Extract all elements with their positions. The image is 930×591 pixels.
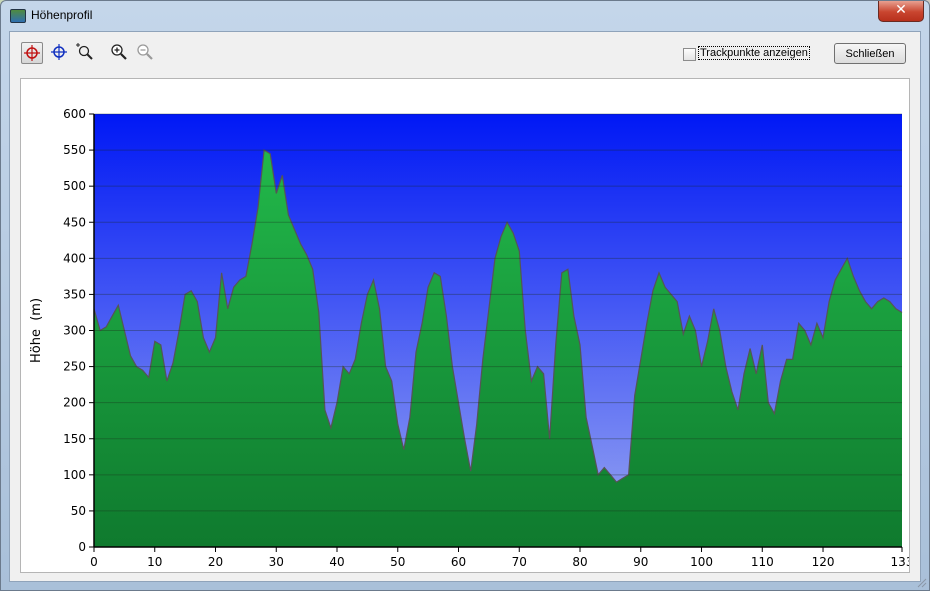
y-tick-label: 500 (63, 179, 86, 193)
zoom-out-button[interactable] (135, 42, 157, 64)
crosshair-tool-button[interactable] (49, 42, 71, 64)
toolbar: Trackpunkte anzeigen Schließen (10, 32, 920, 70)
show-trackpoints-checkbox[interactable] (683, 48, 696, 61)
x-tick-label: 20 (208, 555, 223, 569)
zoom-in-icon (111, 44, 127, 60)
x-tick-label: 0 (90, 555, 98, 569)
y-tick-label: 0 (78, 540, 86, 554)
select-tool-icon (24, 45, 40, 61)
zoom-rect-tool-button[interactable] (75, 42, 97, 64)
x-tick-label: 80 (572, 555, 587, 569)
zoom-rect-tool-icon (76, 43, 93, 60)
window-close-button[interactable]: ✕ (878, 1, 924, 22)
y-tick-label: 550 (63, 143, 86, 157)
x-tick-label: 100 (690, 555, 713, 569)
x-tick-label: 40 (329, 555, 344, 569)
y-tick-label: 400 (63, 251, 86, 265)
y-tick-label: 450 (63, 215, 86, 229)
select-tool-button[interactable] (21, 42, 43, 64)
x-tick-label: 60 (451, 555, 466, 569)
zoom-in-button[interactable] (109, 42, 131, 64)
window-title: Höhenprofil (31, 8, 93, 22)
app-icon (10, 9, 26, 23)
x-tick-label: 110 (751, 555, 774, 569)
y-axis-title: Höhe (m) (29, 298, 44, 363)
zoom-out-icon (137, 44, 153, 60)
y-tick-label: 350 (63, 287, 86, 301)
dialog-client: Trackpunkte anzeigen Schließen 0 50 100 150… (9, 31, 921, 582)
x-tick-label: 133 (891, 555, 909, 569)
y-tick-label: 150 (63, 432, 86, 446)
crosshair-tool-icon (51, 44, 67, 60)
x-tick-label: 70 (512, 555, 527, 569)
y-tick-label: 50 (71, 504, 86, 518)
show-trackpoints-label[interactable]: Trackpunkte anzeigen (698, 46, 810, 60)
x-tick-label: 10 (147, 555, 162, 569)
y-tick-label: 250 (63, 360, 86, 374)
close-button[interactable]: Schließen (834, 43, 906, 64)
x-tick-label: 30 (269, 555, 284, 569)
elevation-chart[interactable]: 0 50 100 150 200 250 300 350 400 450 500 550 600 0 10 2… (21, 79, 909, 572)
hoehenprofil-window: Höhenprofil ✕ Trackpunkte anzeigen Schli… (0, 0, 930, 591)
y-tick-label: 600 (63, 107, 86, 121)
y-tick-label: 100 (63, 468, 86, 482)
x-tick-label: 90 (633, 555, 648, 569)
x-tick-label: 120 (812, 555, 835, 569)
x-tick-label: 50 (390, 555, 405, 569)
resize-grip-icon[interactable] (915, 576, 927, 588)
y-tick-label: 200 (63, 396, 86, 410)
y-tick-label: 300 (63, 324, 86, 338)
elevation-chart-panel: 0 50 100 150 200 250 300 350 400 450 500 550 600 0 10 2… (20, 78, 910, 573)
title-bar[interactable]: Höhenprofil ✕ (1, 1, 929, 31)
